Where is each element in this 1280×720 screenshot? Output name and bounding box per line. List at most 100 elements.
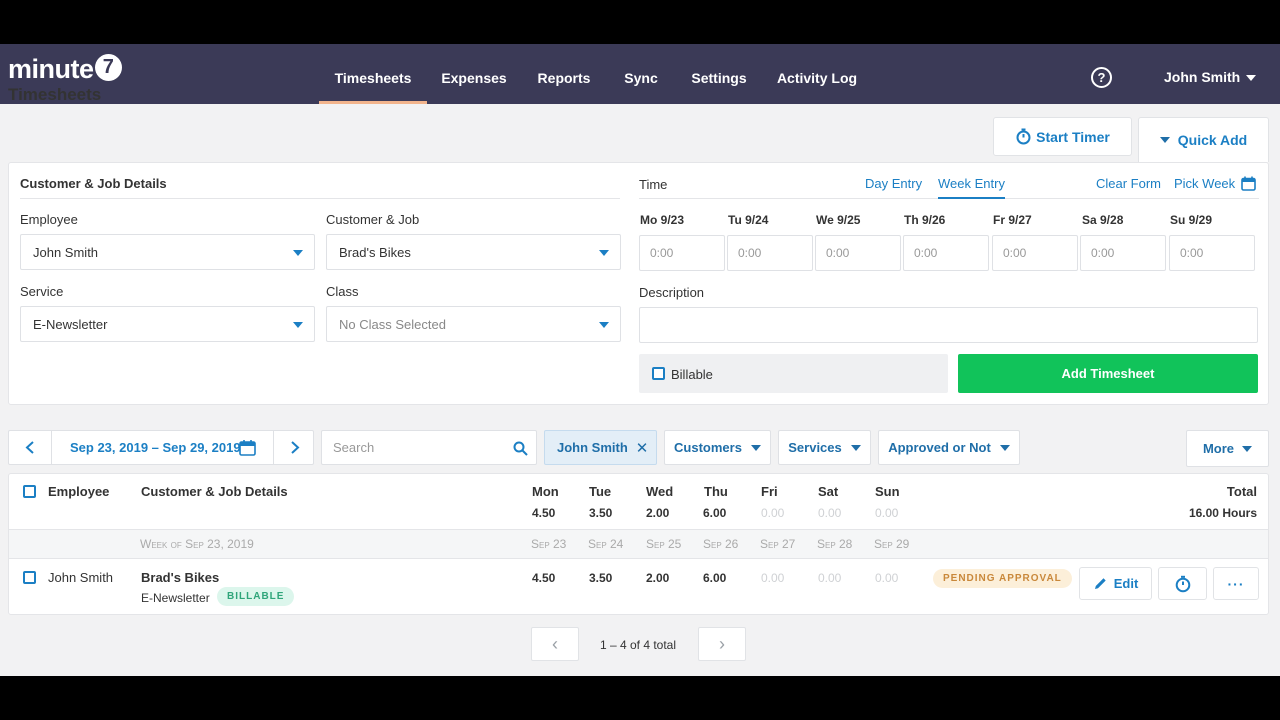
day-total-fri: 0.00 [761, 506, 785, 520]
description-label: Description [639, 285, 705, 300]
row-employee: John Smith [48, 570, 114, 585]
time-input-sun[interactable]: 0:00 [1169, 235, 1255, 271]
row-customer: Brad's Bikes [141, 570, 220, 585]
week-date-wed: Sep 25 [646, 537, 682, 551]
time-input-mon[interactable]: 0:00 [639, 235, 725, 271]
divider [20, 198, 620, 199]
approval-filter-label: Approved or Not [888, 440, 991, 455]
logo-text: minute [8, 54, 94, 84]
quick-add-button[interactable]: Quick Add [1138, 117, 1269, 162]
search-input[interactable]: Search [321, 430, 537, 465]
col-details: Customer & Job Details [141, 484, 288, 499]
nav-settings[interactable]: Settings [684, 44, 754, 104]
employee-select[interactable]: John Smith [20, 234, 315, 270]
table-row: John Smith Brad's Bikes E-Newsletter BIL… [9, 560, 1268, 615]
row-hours-sat: 0.00 [818, 571, 842, 585]
details-header: Customer & Job Details [20, 176, 167, 191]
week-date-fri: Sep 27 [760, 537, 796, 551]
clear-form-link[interactable]: Clear Form [1096, 176, 1161, 191]
edit-button[interactable]: Edit [1079, 567, 1152, 600]
customers-filter[interactable]: Customers [664, 430, 771, 465]
stopwatch-icon [1016, 128, 1031, 145]
row-hours-wed: 2.00 [646, 571, 670, 585]
customers-filter-label: Customers [674, 440, 742, 455]
stopwatch-icon [1175, 575, 1190, 592]
row-hours-mon: 4.50 [532, 571, 556, 585]
next-page-button[interactable]: › [698, 627, 746, 661]
week-entry-tab[interactable]: Week Entry [938, 176, 1005, 199]
calendar-icon[interactable] [239, 439, 256, 456]
col-fri: Fri [761, 484, 778, 499]
row-timer-button[interactable] [1158, 567, 1207, 600]
date-range-label[interactable]: Sep 23, 2019 – Sep 29, 2019 [70, 440, 241, 455]
service-value: E-Newsletter [33, 316, 108, 332]
nav-timesheets[interactable]: Timesheets [319, 44, 427, 104]
billable-toggle[interactable]: Billable [639, 354, 948, 393]
col-sat: Sat [818, 484, 839, 499]
close-icon[interactable]: ✕ [636, 439, 649, 457]
pagination-text: 1 – 4 of 4 total [599, 638, 677, 652]
customer-select[interactable]: Brad's Bikes [326, 234, 621, 270]
time-input-fri[interactable]: 0:00 [992, 235, 1078, 271]
day-entry-tab[interactable]: Day Entry [865, 176, 922, 191]
pencil-icon [1094, 578, 1106, 589]
more-filters-button[interactable]: More [1186, 430, 1269, 467]
nav-expenses[interactable]: Expenses [436, 44, 512, 104]
search-icon [513, 441, 528, 456]
user-name: John Smith [1164, 69, 1241, 85]
user-filter-chip[interactable]: John Smith ✕ [544, 430, 657, 465]
week-date-sun: Sep 29 [874, 537, 910, 551]
description-textarea[interactable] [639, 307, 1258, 343]
col-total: Total [1226, 484, 1257, 499]
service-select[interactable]: E-Newsletter [20, 306, 315, 342]
select-all-checkbox[interactable] [23, 485, 36, 498]
time-header: Time [639, 177, 668, 192]
dropdown-arrow-icon [293, 250, 303, 256]
day-label-thu: Th 9/26 [904, 213, 946, 227]
day-total-mon: 4.50 [532, 506, 556, 520]
time-input-thu[interactable]: 0:00 [903, 235, 989, 271]
date-range-picker: Sep 23, 2019 – Sep 29, 2019 [8, 430, 314, 465]
help-icon[interactable]: ? [1091, 67, 1112, 88]
quick-add-label: Quick Add [1177, 132, 1248, 148]
week-label: Week of Sep 23, 2019 [140, 537, 254, 551]
week-group-row: Week of Sep 23, 2019 Sep 23 Sep 24 Sep 2… [9, 529, 1268, 559]
minute7-logo[interactable]: minute 7 [8, 54, 122, 85]
day-label-sun: Su 9/29 [1170, 213, 1213, 227]
billable-badge: BILLABLE [217, 587, 295, 606]
day-total-tue: 3.50 [589, 506, 613, 520]
class-select[interactable]: No Class Selected [326, 306, 621, 342]
start-timer-button[interactable]: Start Timer [993, 117, 1132, 156]
services-filter[interactable]: Services [778, 430, 871, 465]
row-checkbox[interactable] [23, 571, 36, 584]
next-week-button[interactable] [273, 431, 314, 464]
row-service: E-Newsletter [141, 591, 210, 605]
employee-value: John Smith [33, 244, 99, 260]
col-employee: Employee [48, 484, 110, 499]
nav-reports[interactable]: Reports [530, 44, 598, 104]
row-hours-sun: 0.00 [875, 571, 899, 585]
time-input-sat[interactable]: 0:00 [1080, 235, 1166, 271]
pick-week-link[interactable]: Pick Week [1174, 176, 1256, 191]
row-hours-fri: 0.00 [761, 571, 785, 585]
row-hours-tue: 3.50 [589, 571, 613, 585]
nav-sync[interactable]: Sync [616, 44, 666, 104]
approval-filter[interactable]: Approved or Not [878, 430, 1020, 465]
class-label: Class [326, 284, 359, 299]
row-more-button[interactable]: ··· [1213, 567, 1259, 600]
prev-week-button[interactable] [9, 431, 52, 464]
add-timesheet-button[interactable]: Add Timesheet [958, 354, 1258, 393]
nav-activity-log[interactable]: Activity Log [772, 44, 862, 104]
week-date-sat: Sep 28 [817, 537, 853, 551]
search-placeholder: Search [333, 440, 375, 455]
chevron-down-icon [1246, 75, 1257, 82]
services-filter-label: Services [788, 440, 842, 455]
billable-checkbox[interactable] [652, 367, 665, 380]
time-input-tue[interactable]: 0:00 [727, 235, 813, 271]
prev-page-button[interactable]: ‹ [531, 627, 579, 661]
time-input-wed[interactable]: 0:00 [815, 235, 901, 271]
day-label-sat: Sa 9/28 [1082, 213, 1124, 227]
user-menu[interactable]: John Smith [1164, 69, 1257, 85]
service-label: Service [20, 284, 64, 299]
row-hours-thu: 6.00 [703, 571, 727, 585]
